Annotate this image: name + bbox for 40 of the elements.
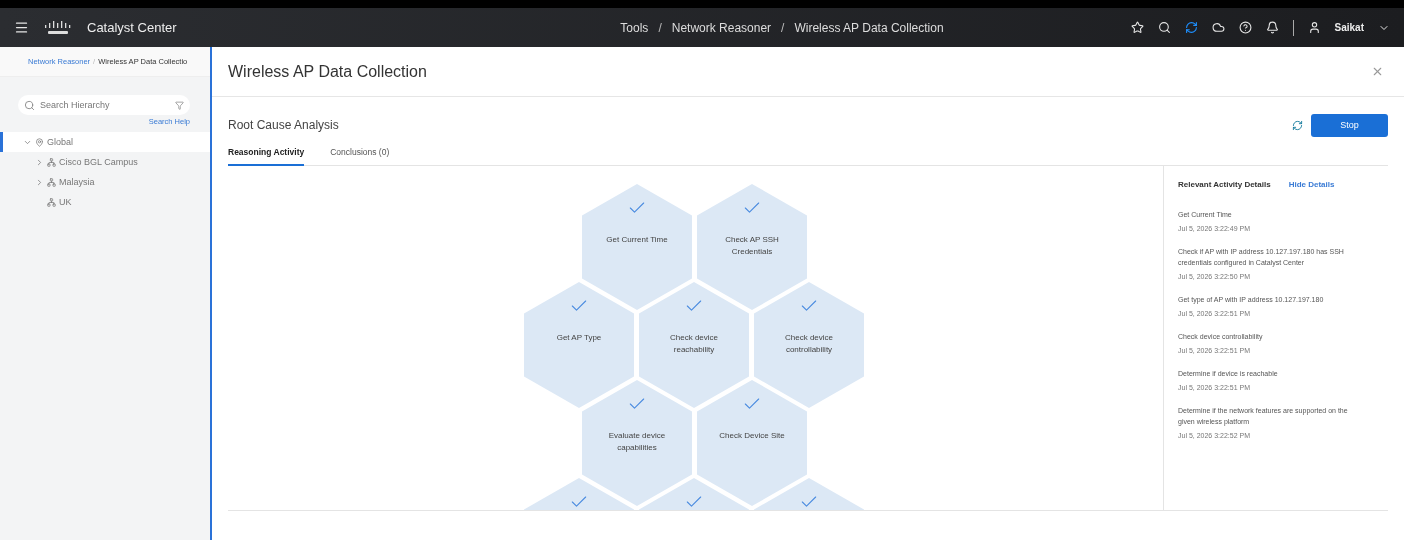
details-title: Relevant Activity Details — [1178, 180, 1271, 189]
breadcrumb-item[interactable]: Wireless AP Data Collection — [794, 20, 944, 35]
node-label: Get Current Time — [605, 234, 669, 246]
star-icon[interactable] — [1130, 21, 1144, 34]
tab[interactable]: Conclusions (0) — [330, 141, 390, 166]
pin-icon — [35, 137, 44, 147]
user-icon[interactable] — [1307, 21, 1321, 34]
logo-icon — [43, 19, 73, 36]
node-label: Check Device Site — [718, 430, 786, 442]
tree-item[interactable]: Global — [0, 132, 210, 152]
breadcrumb-separator: / — [658, 20, 662, 35]
search-icon[interactable] — [1157, 21, 1171, 34]
panel-title: Wireless AP Data Collection — [228, 62, 427, 81]
app-name: Catalyst Center — [87, 20, 177, 35]
search-field[interactable]: Search Hierarchy — [38, 99, 172, 111]
search-icon — [24, 99, 35, 111]
help-icon[interactable] — [1238, 21, 1252, 34]
stop-button[interactable]: Stop — [1311, 113, 1388, 137]
section-title: Root Cause Analysis — [228, 118, 339, 132]
tree-item[interactable]: Malaysia — [0, 172, 210, 192]
node-label: Evaluate device capabilities — [607, 430, 667, 454]
tab[interactable]: Reasoning Activity — [228, 141, 305, 166]
user-name[interactable]: Saikat — [1334, 22, 1364, 33]
sync-icon[interactable] — [1184, 21, 1198, 34]
tree-item[interactable]: UK — [0, 192, 210, 212]
cloud-icon[interactable] — [1211, 21, 1225, 34]
hide-details-link[interactable]: Hide Details — [1288, 180, 1335, 189]
breadcrumb-separator: / — [781, 20, 785, 35]
breadcrumb-item[interactable]: Network Reasoner — [671, 20, 772, 35]
node-label: Check AP SSH Credentials — [724, 234, 780, 258]
node-label: Check device reachability — [669, 332, 719, 356]
node-label: Check device controllability — [784, 332, 834, 356]
search-box[interactable]: Search Hierarchy — [18, 95, 190, 115]
close-icon[interactable] — [1371, 65, 1384, 78]
refresh-icon[interactable] — [1292, 119, 1303, 131]
menu-icon[interactable] — [14, 20, 29, 35]
breadcrumb-item[interactable]: Tools — [620, 20, 649, 35]
bell-icon[interactable] — [1265, 21, 1279, 34]
node-label: Get AP Type — [555, 332, 603, 344]
tree-item[interactable]: Cisco BGL Campus — [0, 152, 210, 172]
